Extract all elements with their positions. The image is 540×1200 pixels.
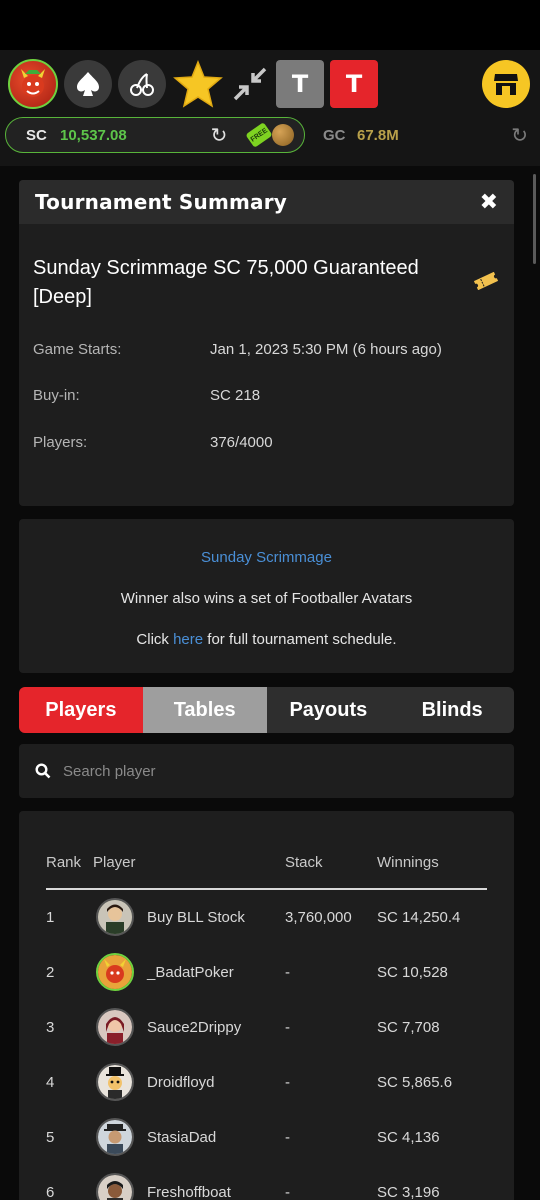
gold-coin-icon[interactable]: [272, 124, 294, 146]
tab-payouts[interactable]: Payouts: [266, 687, 391, 733]
player-header: Player: [93, 854, 136, 871]
schedule-prefix: Click: [136, 631, 174, 648]
player-avatar-icon: [96, 1173, 134, 1200]
cherry-icon[interactable]: [118, 60, 166, 108]
shop-icon[interactable]: [482, 60, 530, 108]
gc-refresh-icon[interactable]: ↻: [511, 123, 528, 147]
promo-prize-text: Winner also wins a set of Footballer Ava…: [120, 590, 413, 607]
row-rank: 1: [46, 909, 55, 926]
table-t-gray-button[interactable]: T: [276, 60, 324, 108]
tab-blinds[interactable]: Blinds: [390, 687, 514, 733]
row-winnings: SC 4,136: [377, 1129, 440, 1146]
row-rank: 6: [46, 1184, 55, 1200]
row-stack: -: [285, 1019, 290, 1036]
player-avatar-icon: [96, 898, 134, 936]
row-stack: -: [285, 964, 290, 981]
header-icon-row: T T: [8, 58, 532, 110]
balance-row: SC 10,537.08 ↻ FREE GC 67.8M ↻: [5, 117, 532, 153]
sunday-scrimmage-link[interactable]: Sunday Scrimmage: [19, 549, 514, 566]
row-rank: 3: [46, 1019, 55, 1036]
close-icon[interactable]: ✖: [480, 190, 498, 215]
winnings-header: Winnings: [377, 854, 439, 871]
sc-balance-value: 10,537.08: [60, 126, 127, 144]
status-bar-area: [0, 0, 540, 50]
row-player-name: _BadatPoker: [147, 964, 234, 981]
players-table: Rank Player Stack Winnings 1 Buy BLL Sto…: [19, 811, 514, 1200]
search-icon: [35, 763, 51, 779]
tournament-tabs: Players Tables Payouts Blinds: [19, 687, 514, 733]
table-row[interactable]: 5 StasiaDad - SC 4,136: [19, 1111, 514, 1166]
row-stack: 3,760,000: [285, 909, 352, 926]
summary-header: Tournament Summary ✖: [19, 180, 514, 224]
search-bar: [19, 744, 514, 798]
tournament-name: Sunday Scrimmage SC 75,000 Guaranteed [D…: [33, 257, 419, 308]
gc-balance-value: 67.8M: [357, 126, 399, 144]
table-row[interactable]: 4 Droidfloyd - SC 5,865.6: [19, 1056, 514, 1111]
players-label: Players:: [33, 434, 88, 451]
game-starts-label: Game Starts:: [33, 341, 122, 358]
player-avatar-icon: [96, 953, 134, 991]
row-player-name: StasiaDad: [147, 1129, 217, 1146]
spade-icon[interactable]: [64, 60, 112, 108]
sc-currency-label: SC: [26, 126, 47, 144]
row-player-name: Droidfloyd: [147, 1074, 215, 1091]
schedule-here-link[interactable]: here: [173, 631, 203, 648]
row-stack: -: [285, 1184, 290, 1200]
row-winnings: SC 5,865.6: [377, 1074, 453, 1091]
players-value: 376/4000: [210, 434, 273, 451]
game-starts-value: Jan 1, 2023 5:30 PM (6 hours ago): [210, 341, 442, 358]
tab-players[interactable]: Players: [19, 687, 143, 733]
buy-in-label: Buy-in:: [33, 387, 80, 404]
devil-avatar-icon[interactable]: [8, 59, 58, 109]
row-player-name: Buy BLL Stock: [147, 909, 245, 926]
promo-schedule-text: Click here for full tournament schedule.: [19, 631, 514, 648]
row-rank: 2: [46, 964, 55, 981]
free-coins-tag-icon[interactable]: FREE: [245, 122, 273, 148]
sc-balance-box: SC 10,537.08 ↻ FREE: [5, 117, 305, 153]
tab-tables[interactable]: Tables: [142, 687, 267, 733]
search-player-input[interactable]: [63, 762, 463, 780]
row-stack: -: [285, 1074, 290, 1091]
summary-title: Tournament Summary: [35, 190, 288, 214]
row-stack: -: [285, 1129, 290, 1146]
scrollbar[interactable]: [533, 174, 536, 264]
table-t-red-button[interactable]: T: [330, 60, 378, 108]
player-avatar-icon: [96, 1118, 134, 1156]
gc-balance-box: GC 67.8M ↻: [305, 117, 532, 153]
lobby-header: T T SC 10,537.08 ↻ FREE GC 67.8M ↻: [0, 50, 540, 166]
sc-refresh-icon[interactable]: ↻: [208, 123, 230, 147]
rank-header: Rank: [46, 854, 82, 871]
ticket-icon: [473, 272, 499, 290]
table-row[interactable]: 2 _BadatPoker - SC 10,528: [19, 946, 514, 1001]
tournament-summary-panel: Tournament Summary ✖ Sunday Scrimmage SC…: [19, 180, 514, 506]
row-player-name: Sauce2Drippy: [147, 1019, 242, 1036]
row-rank: 4: [46, 1074, 55, 1091]
header-divider: [46, 888, 487, 890]
gc-currency-label: GC: [323, 126, 346, 144]
buy-in-value: SC 218: [210, 387, 261, 404]
row-winnings: SC 3,196: [377, 1184, 440, 1200]
table-row[interactable]: 6 Freshoffboat - SC 3,196: [19, 1166, 514, 1200]
schedule-suffix: for full tournament schedule.: [203, 631, 397, 648]
table-header: Rank Player Stack Winnings: [19, 811, 514, 891]
star-icon[interactable]: [172, 58, 224, 110]
table-row[interactable]: 3 Sauce2Drippy - SC 7,708: [19, 1001, 514, 1056]
tournament-promo-panel: Sunday Scrimmage Winner also wins a set …: [19, 519, 514, 673]
player-avatar-icon: [96, 1063, 134, 1101]
collapse-arrows-icon[interactable]: [230, 60, 270, 108]
row-winnings: SC 10,528: [377, 964, 448, 981]
row-winnings: SC 14,250.4: [377, 909, 461, 926]
row-player-name: Freshoffboat: [147, 1184, 231, 1200]
player-avatar-icon: [96, 1008, 134, 1046]
stack-header: Stack: [285, 854, 323, 871]
row-winnings: SC 7,708: [377, 1019, 440, 1036]
table-row[interactable]: 1 Buy BLL Stock 3,760,000 SC 14,250.4: [19, 891, 514, 946]
row-rank: 5: [46, 1129, 55, 1146]
tournament-content[interactable]: Tournament Summary ✖ Sunday Scrimmage SC…: [0, 166, 540, 1200]
